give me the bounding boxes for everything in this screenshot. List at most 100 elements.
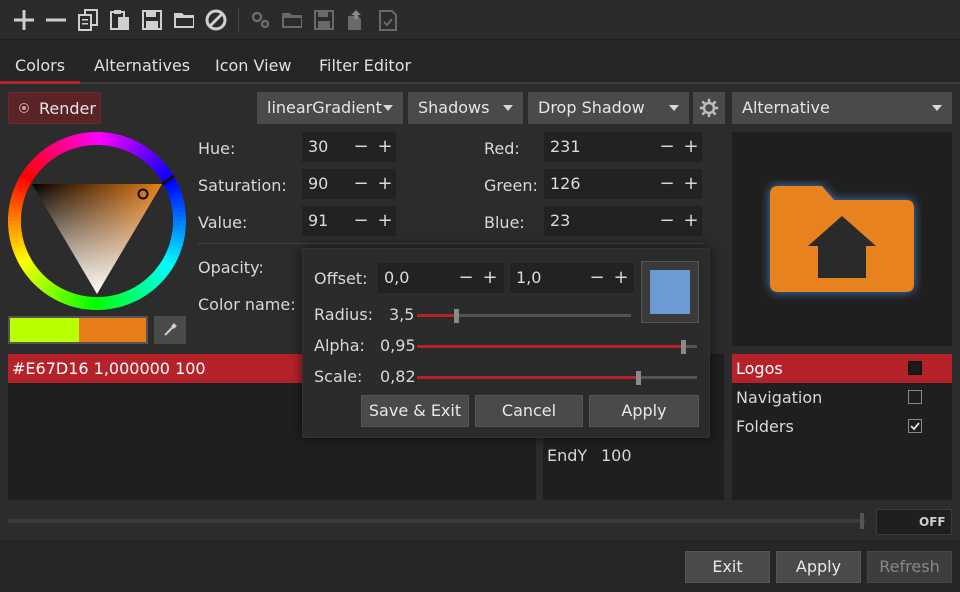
scale-slider[interactable] [417,371,697,385]
off-toggle[interactable]: OFF [876,509,952,535]
list-item[interactable]: Folders [732,412,952,441]
gear-icon [246,6,274,34]
exit-button[interactable]: Exit [685,551,770,583]
checkbox-filled-icon[interactable] [908,361,922,375]
add-icon[interactable] [10,6,38,34]
shadow-color-button[interactable] [641,261,699,323]
save-exit-button[interactable]: Save & Exit [361,395,469,427]
value-decrement-button[interactable]: − [352,206,370,236]
blue-increment-button[interactable]: + [682,206,700,236]
color-compare [8,316,148,344]
red-decrement-button[interactable]: − [658,132,676,162]
offset-y-increment-button[interactable]: + [612,263,630,293]
effect-dropdown[interactable]: Drop Shadow [528,92,689,124]
horizontal-scrollbar[interactable] [8,519,866,523]
tab-filter-editor[interactable]: Filter Editor [319,48,411,84]
cancel-button[interactable]: Cancel [475,395,583,427]
slider-handle[interactable] [636,371,641,385]
value-increment-button[interactable]: + [376,206,394,236]
saturation-increment-button[interactable]: + [376,169,394,199]
list-item[interactable]: Logos [732,354,952,383]
folder-icon[interactable] [170,6,198,34]
alternative-dropdown[interactable]: Alternative [732,92,952,124]
apply-button[interactable]: Apply [776,551,861,583]
endy-label: EndY [547,446,588,465]
block-icon[interactable] [202,6,230,34]
remove-icon[interactable] [42,6,70,34]
color-wheel[interactable] [8,132,186,310]
gradient-dropdown[interactable]: linearGradient [257,92,403,124]
offset-x-value: 0,0 [384,268,410,287]
red-increment-button[interactable]: + [682,132,700,162]
slider-fill [417,345,683,348]
green-increment-button[interactable]: + [682,169,700,199]
slider-handle[interactable] [681,340,686,354]
chevron-down-icon [383,105,393,111]
saturation-decrement-button[interactable]: − [352,169,370,199]
eyedropper-icon [164,323,177,336]
value-value: 91 [308,211,329,230]
save-icon[interactable] [138,6,166,34]
alpha-label: Alpha: [314,336,365,355]
shadows-dropdown[interactable]: Shadows [408,92,523,124]
apply-shadow-button[interactable]: Apply [589,395,699,427]
offset-label: Offset: [314,269,368,288]
paste-icon[interactable] [106,6,134,34]
tab-colors[interactable]: Colors [0,48,80,84]
alternative-dropdown-value: Alternative [742,98,830,117]
slider-handle[interactable] [454,309,459,323]
folder-icon [278,6,306,34]
effect-dropdown-value: Drop Shadow [538,98,645,117]
radius-label: Radius: [314,305,374,324]
blue-input[interactable]: 23 [544,206,702,236]
previous-color-swatch [10,318,79,342]
red-input[interactable]: 231 [544,132,702,162]
drop-shadow-popup: Offset: 0,0 − + 1,0 − + Radius: 3,5 Alph… [302,248,710,438]
import-icon [374,6,402,34]
radius-slider[interactable] [417,309,631,323]
alternative-label: Folders [736,417,794,436]
chevron-down-icon [669,105,679,111]
blue-decrement-button[interactable]: − [658,206,676,236]
refresh-button[interactable]: Refresh [867,551,952,583]
offset-x-decrement-button[interactable]: − [457,263,475,293]
hue-label: Hue: [198,139,236,158]
chevron-down-icon [503,105,513,111]
scrollbar-handle[interactable] [860,513,864,529]
shadows-dropdown-value: Shadows [418,98,490,117]
blue-label: Blue: [484,213,525,232]
current-color-swatch [79,318,146,342]
gradient-dropdown-value: linearGradient [267,98,382,117]
saturation-value: 90 [308,174,329,193]
home-folder-icon [770,186,914,292]
tab-alternatives[interactable]: Alternatives [94,48,190,84]
green-decrement-button[interactable]: − [658,169,676,199]
scale-label: Scale: [314,367,363,386]
eyedropper-button[interactable] [154,316,186,344]
endy-value[interactable]: 100 [601,446,632,465]
copy-icon[interactable] [74,6,102,34]
settings-button[interactable] [693,92,725,124]
chevron-down-icon [932,105,942,111]
toggle-label: OFF [919,515,946,529]
checkbox-checked-icon[interactable] [908,419,922,433]
alpha-value: 0,95 [380,336,416,355]
green-input[interactable]: 126 [544,169,702,199]
toolbar [0,0,960,40]
alpha-slider[interactable] [417,340,697,354]
shadow-color-swatch [650,270,690,314]
radius-value: 3,5 [389,305,415,324]
divider [198,243,704,244]
tab-icon-view[interactable]: Icon View [215,48,292,84]
render-button[interactable]: Render [8,92,101,124]
offset-y-value: 1,0 [516,268,542,287]
offset-x-increment-button[interactable]: + [481,263,499,293]
alternatives-list: Logos Navigation Folders [732,354,952,500]
hue-decrement-button[interactable]: − [352,132,370,162]
tab-bar: Colors Alternatives Icon View Filter Edi… [0,48,960,84]
offset-y-decrement-button[interactable]: − [588,263,606,293]
list-item[interactable]: Navigation [732,383,952,412]
checkbox-empty-icon[interactable] [908,390,922,404]
hue-increment-button[interactable]: + [376,132,394,162]
slider-fill [417,314,456,317]
